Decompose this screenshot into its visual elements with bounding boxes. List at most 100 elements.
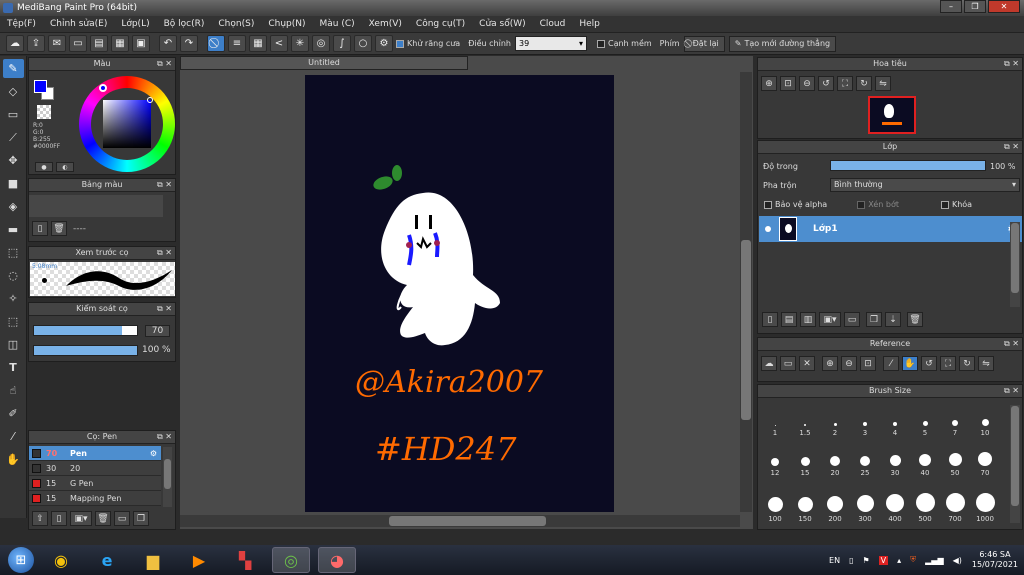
reference-fit-icon[interactable]: ⊡ <box>860 356 876 371</box>
brush-size-slider[interactable] <box>33 325 138 336</box>
perspective-snap-icon[interactable]: < <box>270 35 288 52</box>
new-layer-icon[interactable]: ▯ <box>762 312 778 327</box>
panel-close-icon[interactable]: ⧉ ✕ <box>157 58 172 70</box>
save-icon[interactable]: ▣ <box>132 35 150 52</box>
brush-size-cell[interactable]: 70 <box>970 438 1000 478</box>
panel-close-icon[interactable]: ⧉ ✕ <box>1004 338 1019 350</box>
lasso-tool-icon[interactable]: ◌ <box>3 266 24 285</box>
panel-close-icon[interactable]: ⧉ ✕ <box>157 431 172 443</box>
brush-size-cell[interactable]: 30 <box>880 438 910 478</box>
brush-list-item[interactable]: 15 G Pen <box>29 476 161 491</box>
explorer-icon[interactable]: ▆ <box>134 547 172 573</box>
menu-filter[interactable]: Bộ lọc(R) <box>157 19 212 29</box>
brush-size-cell[interactable]: 150 <box>790 478 820 524</box>
shield-icon[interactable]: ⛨ <box>910 555 916 565</box>
brush-size-cell[interactable]: 2 <box>820 401 850 438</box>
document-canvas[interactable]: @Akira2007 #HD247 <box>305 75 614 512</box>
brush-size-cell[interactable]: 500 <box>910 478 940 524</box>
operation-tool-icon[interactable]: ☝ <box>3 381 24 400</box>
brush-size-value[interactable]: 70 <box>145 325 170 337</box>
flag-icon[interactable]: ⚑ <box>862 556 869 565</box>
select-eraser-tool-icon[interactable]: ◫ <box>3 335 24 354</box>
magic-wand-tool-icon[interactable]: ✧ <box>3 289 24 308</box>
reference-rotate-right-icon[interactable]: ↻ <box>959 356 975 371</box>
medibang-icon[interactable]: ◕ <box>318 547 356 573</box>
brush-size-cell[interactable]: 100 <box>760 478 790 524</box>
fit-icon[interactable]: ⊡ <box>780 76 796 91</box>
menu-select[interactable]: Chọn(S) <box>211 19 261 29</box>
protect-alpha-checkbox[interactable] <box>764 200 772 209</box>
soft-edge-checkbox[interactable] <box>596 39 605 48</box>
radial-snap-icon[interactable]: ✳ <box>291 35 309 52</box>
chrome-icon[interactable]: ◉ <box>42 547 80 573</box>
ellipse-snap-icon[interactable]: ○ <box>354 35 372 52</box>
brush-size-cell[interactable]: 1 <box>760 401 790 438</box>
rect-tool-icon[interactable]: ▭ <box>3 105 24 124</box>
brush-size-cell[interactable]: 3 <box>850 401 880 438</box>
eraser-tool-icon[interactable]: ◇ <box>3 82 24 101</box>
brush-size-scrollbar[interactable] <box>1010 405 1020 523</box>
hue-marker[interactable] <box>99 84 107 92</box>
reference-zoom-in-icon[interactable]: ⊕ <box>822 356 838 371</box>
brush-size-cell[interactable]: 1000 <box>970 478 1000 524</box>
add-palette-icon[interactable]: ▯ <box>32 221 48 236</box>
zoom-in-icon[interactable]: ⊕ <box>761 76 777 91</box>
reference-rotate-left-icon[interactable]: ↺ <box>921 356 937 371</box>
menu-tools[interactable]: Công cụ(T) <box>409 19 472 29</box>
merge-layer-icon[interactable]: ⇣ <box>885 312 901 327</box>
brush-size-cell[interactable]: 20 <box>820 438 850 478</box>
text-tool-icon[interactable]: T <box>3 358 24 377</box>
brush-copy-icon[interactable]: ❐ <box>133 511 149 526</box>
brush-delete-icon[interactable]: 🗑 <box>95 511 111 526</box>
start-button[interactable]: ⊞ <box>8 547 34 573</box>
layer-visibility-icon[interactable] <box>765 226 771 232</box>
brush-size-cell[interactable]: 1.5 <box>790 401 820 438</box>
menu-help[interactable]: Help <box>572 19 607 29</box>
brush-list-item[interactable]: 70 Pen ⚙ <box>29 446 161 461</box>
document-tab[interactable]: Untitled <box>180 56 468 70</box>
wifi-icon[interactable]: ▂▄▆ <box>925 556 943 565</box>
phone-icon[interactable]: ▯ <box>849 556 853 565</box>
panel-close-icon[interactable]: ⧉ ✕ <box>157 247 172 259</box>
panel-close-icon[interactable]: ⧉ ✕ <box>157 179 172 191</box>
panel-close-icon[interactable]: ⧉ ✕ <box>1004 58 1019 70</box>
new-halftone-layer-icon[interactable]: ▤ <box>781 312 797 327</box>
fit-window-icon[interactable]: ⛶ <box>837 76 853 91</box>
language-indicator[interactable]: EN <box>829 556 840 565</box>
volume-icon[interactable]: ◀) <box>953 556 962 565</box>
divide-tool-icon[interactable]: ✐ <box>3 404 24 423</box>
brush-tool-icon[interactable]: ✎ <box>2 59 24 78</box>
reset-button[interactable]: ⃠Đặt lại <box>683 35 725 52</box>
hue-wheel[interactable] <box>79 76 175 172</box>
layer-scrollbar[interactable] <box>1010 222 1020 307</box>
brush-size-cell[interactable]: 400 <box>880 478 910 524</box>
brush-size-cell[interactable]: 50 <box>940 438 970 478</box>
menu-file[interactable]: Tệp(F) <box>0 19 43 29</box>
cloud-icon[interactable]: ☁ <box>6 35 24 52</box>
brush-size-cell[interactable]: 5 <box>910 401 940 438</box>
menu-snap[interactable]: Chụp(N) <box>261 19 312 29</box>
brush-list-scrollbar[interactable] <box>163 447 172 507</box>
maximize-button[interactable]: ❐ <box>964 0 986 13</box>
layer-opacity-slider[interactable] <box>830 160 986 171</box>
circle-snap-icon[interactable]: ◎ <box>312 35 330 52</box>
settings-icon[interactable]: ⚙ <box>375 35 393 52</box>
layer-row[interactable]: Lớp1 ⚙ <box>759 216 1022 242</box>
gradient-tool-icon[interactable]: ▬ <box>3 220 24 239</box>
reference-zoom-out-icon[interactable]: ⊖ <box>841 356 857 371</box>
brush-folder-icon[interactable]: ▭ <box>114 511 130 526</box>
clock[interactable]: 6:46 SA 15/07/2021 <box>972 550 1018 570</box>
signal-icon[interactable]: ▴ <box>897 556 901 565</box>
menu-layer[interactable]: Lớp(L) <box>114 19 156 29</box>
select-tool-icon[interactable]: ⬚ <box>3 243 24 262</box>
bucket-tool-icon[interactable]: ◈ <box>3 197 24 216</box>
network-app-icon[interactable]: ▚ <box>226 547 264 573</box>
share-icon[interactable]: ⇪ <box>27 35 45 52</box>
reference-open-icon[interactable]: ▭ <box>780 356 796 371</box>
hand-tool-icon[interactable]: ✋ <box>3 450 24 469</box>
brush-size-cell[interactable]: 10 <box>970 401 1000 438</box>
coccoc-icon[interactable]: ◎ <box>272 547 310 573</box>
reference-eyedropper-icon[interactable]: ⁄ <box>883 356 899 371</box>
menu-cloud[interactable]: Cloud <box>533 19 573 29</box>
media-player-icon[interactable]: ▶ <box>180 547 218 573</box>
